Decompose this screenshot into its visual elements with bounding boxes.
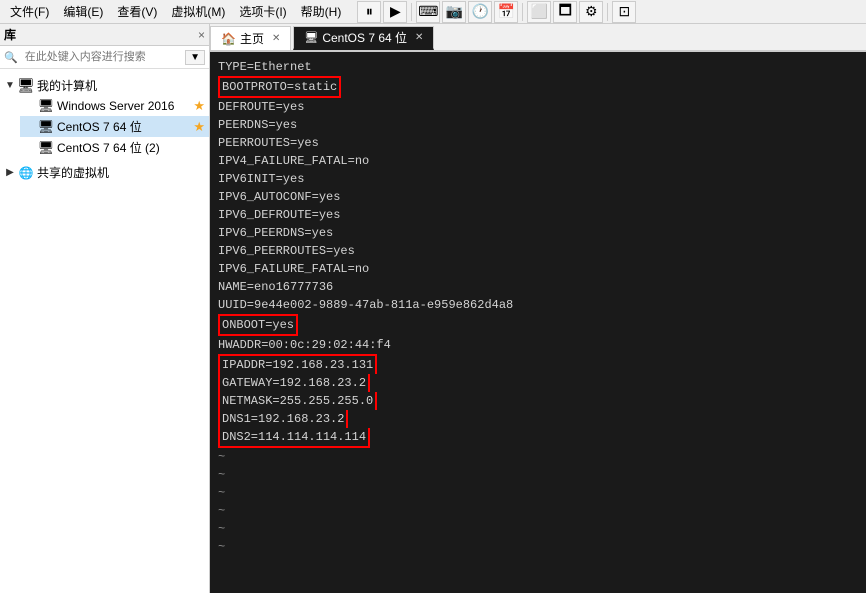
shared-label: 共享的虚拟机	[37, 164, 205, 181]
terminal-line: NETMASK=255.255.255.0	[218, 392, 858, 410]
play-button[interactable]: ▶	[383, 1, 407, 23]
star-icon-windows[interactable]: ★	[193, 98, 205, 114]
terminal-line: IPV6_AUTOCONF=yes	[218, 188, 858, 206]
time-button[interactable]: 🕐	[468, 1, 492, 23]
tab-home-label: 主页	[240, 30, 264, 47]
search-dropdown-button[interactable]: ▼	[185, 50, 205, 65]
sidebar-search-bar: 🔍 ▼	[0, 46, 209, 69]
expand-icon-shared[interactable]: ▶	[4, 167, 16, 179]
terminal-line: IPV6_FAILURE_FATAL=no	[218, 260, 858, 278]
terminal-line: IPV6_PEERDNS=yes	[218, 224, 858, 242]
sidebar-item-my-computer[interactable]: ▼ 🖥 我的计算机	[0, 75, 209, 96]
sidebar: 库 × 🔍 ▼ ▼ 🖥 我的计算机 🖥	[0, 24, 210, 593]
terminal-line: NAME=eno16777736	[218, 278, 858, 296]
expand-icon-centos2	[24, 142, 36, 154]
menu-tabs[interactable]: 选项卡(I)	[233, 1, 292, 22]
toolbar-separator3	[607, 3, 608, 21]
terminal-line: IPADDR=192.168.23.131	[218, 354, 858, 374]
home-icon: 🏠	[221, 32, 236, 46]
snapshot-button[interactable]: 📅	[494, 1, 518, 23]
settings-button[interactable]: ⚙	[579, 1, 603, 23]
terminal-line: PEERDNS=yes	[218, 116, 858, 134]
my-computer-label: 我的计算机	[37, 77, 205, 94]
tab-home[interactable]: 🏠 主页 ✕	[210, 26, 291, 50]
vm-label-centos: CentOS 7 64 位	[57, 118, 189, 135]
terminal-line: DNS1=192.168.23.2	[218, 410, 858, 428]
fullscreen-button[interactable]: ⬜	[527, 1, 551, 23]
menu-edit[interactable]: 编辑(E)	[57, 1, 109, 22]
tab-bar: 🏠 主页 ✕ 🖥 CentOS 7 64 位 ✕	[210, 24, 866, 52]
terminal-line: HWADDR=00:0c:29:02:44:f4	[218, 336, 858, 354]
terminal-line: ONBOOT=yes	[218, 314, 858, 336]
pause-button[interactable]: ⏸	[357, 1, 381, 23]
send-key-button[interactable]: ⌨	[416, 1, 440, 23]
content-area: 🏠 主页 ✕ 🖥 CentOS 7 64 位 ✕ TYPE=EthernetBO…	[210, 24, 866, 593]
sidebar-tree: ▼ 🖥 我的计算机 🖥 Windows Server 2016 ★	[0, 69, 209, 593]
menu-help[interactable]: 帮助(H)	[295, 1, 348, 22]
sidebar-header: 库 ×	[0, 24, 209, 46]
computer-icon: 🖥	[18, 78, 34, 94]
tree-root: ▼ 🖥 我的计算机 🖥 Windows Server 2016 ★	[0, 73, 209, 185]
terminal-line: PEERROUTES=yes	[218, 134, 858, 152]
terminal-line: IPV6_DEFROUTE=yes	[218, 206, 858, 224]
sidebar-item-shared[interactable]: ▶ 🌐 共享的虚拟机	[0, 162, 209, 183]
sidebar-close-button[interactable]: ×	[198, 28, 205, 42]
vm-icon-centos: 🖥	[38, 119, 54, 135]
terminal-line: UUID=9e44e002-9889-47ab-811a-e959e862d4a…	[218, 296, 858, 314]
terminal-line: IPV6INIT=yes	[218, 170, 858, 188]
fit-button[interactable]: ⊡	[612, 1, 636, 23]
terminal-line: ~	[218, 484, 858, 502]
terminal-line: TYPE=Ethernet	[218, 58, 858, 76]
terminal-line: DNS2=114.114.114.114	[218, 428, 858, 448]
vm-icon-centos2: 🖥	[38, 140, 54, 156]
menu-file[interactable]: 文件(F)	[4, 1, 55, 22]
terminal-line: GATEWAY=192.168.23.2	[218, 374, 858, 392]
search-input[interactable]	[21, 49, 185, 65]
toolbar-separator2	[522, 3, 523, 21]
sidebar-item-windows-server[interactable]: 🖥 Windows Server 2016 ★	[20, 96, 209, 116]
terminal[interactable]: TYPE=EthernetBOOTPROTO=staticDEFROUTE=ye…	[210, 52, 866, 593]
expand-icon[interactable]: ▼	[4, 80, 16, 92]
vm-icon-windows: 🖥	[38, 98, 54, 114]
terminal-line: IPV4_FAILURE_FATAL=no	[218, 152, 858, 170]
tab-vm-icon: 🖥	[304, 31, 318, 44]
terminal-line: ~	[218, 538, 858, 556]
sidebar-item-centos[interactable]: 🖥 CentOS 7 64 位 ★	[20, 116, 209, 137]
tab-home-close[interactable]: ✕	[272, 33, 280, 44]
search-icon: 🔍	[4, 51, 18, 64]
terminal-line: BOOTPROTO=static	[218, 76, 858, 98]
vm-label-windows: Windows Server 2016	[57, 99, 189, 113]
terminal-line: ~	[218, 502, 858, 520]
terminal-line: IPV6_PEERROUTES=yes	[218, 242, 858, 260]
main-layout: 库 × 🔍 ▼ ▼ 🖥 我的计算机 🖥	[0, 24, 866, 593]
vm-label-centos2: CentOS 7 64 位 (2)	[57, 139, 205, 156]
toolbar-separator	[411, 3, 412, 21]
star-icon-centos[interactable]: ★	[193, 119, 205, 135]
terminal-line: ~	[218, 520, 858, 538]
screenshot-button[interactable]: 📷	[442, 1, 466, 23]
terminal-line: ~	[218, 466, 858, 484]
menu-view[interactable]: 查看(V)	[111, 1, 163, 22]
tab-centos[interactable]: 🖥 CentOS 7 64 位 ✕	[293, 26, 434, 50]
window-button[interactable]: 🗖	[553, 1, 577, 23]
menubar: 文件(F) 编辑(E) 查看(V) 虚拟机(M) 选项卡(I) 帮助(H) ⏸ …	[0, 0, 866, 24]
shared-icon: 🌐	[18, 165, 34, 181]
expand-icon-ws	[24, 100, 36, 112]
tab-centos-label: CentOS 7 64 位	[322, 29, 407, 46]
menu-vm[interactable]: 虚拟机(M)	[165, 1, 231, 22]
sidebar-title: 库	[4, 26, 16, 43]
sidebar-item-centos2[interactable]: 🖥 CentOS 7 64 位 (2)	[20, 137, 209, 158]
expand-icon-centos	[24, 121, 36, 133]
tab-centos-close[interactable]: ✕	[415, 32, 423, 43]
vm-list: 🖥 Windows Server 2016 ★ 🖥 CentOS 7 64 位 …	[0, 96, 209, 158]
terminal-line: DEFROUTE=yes	[218, 98, 858, 116]
terminal-line: ~	[218, 448, 858, 466]
